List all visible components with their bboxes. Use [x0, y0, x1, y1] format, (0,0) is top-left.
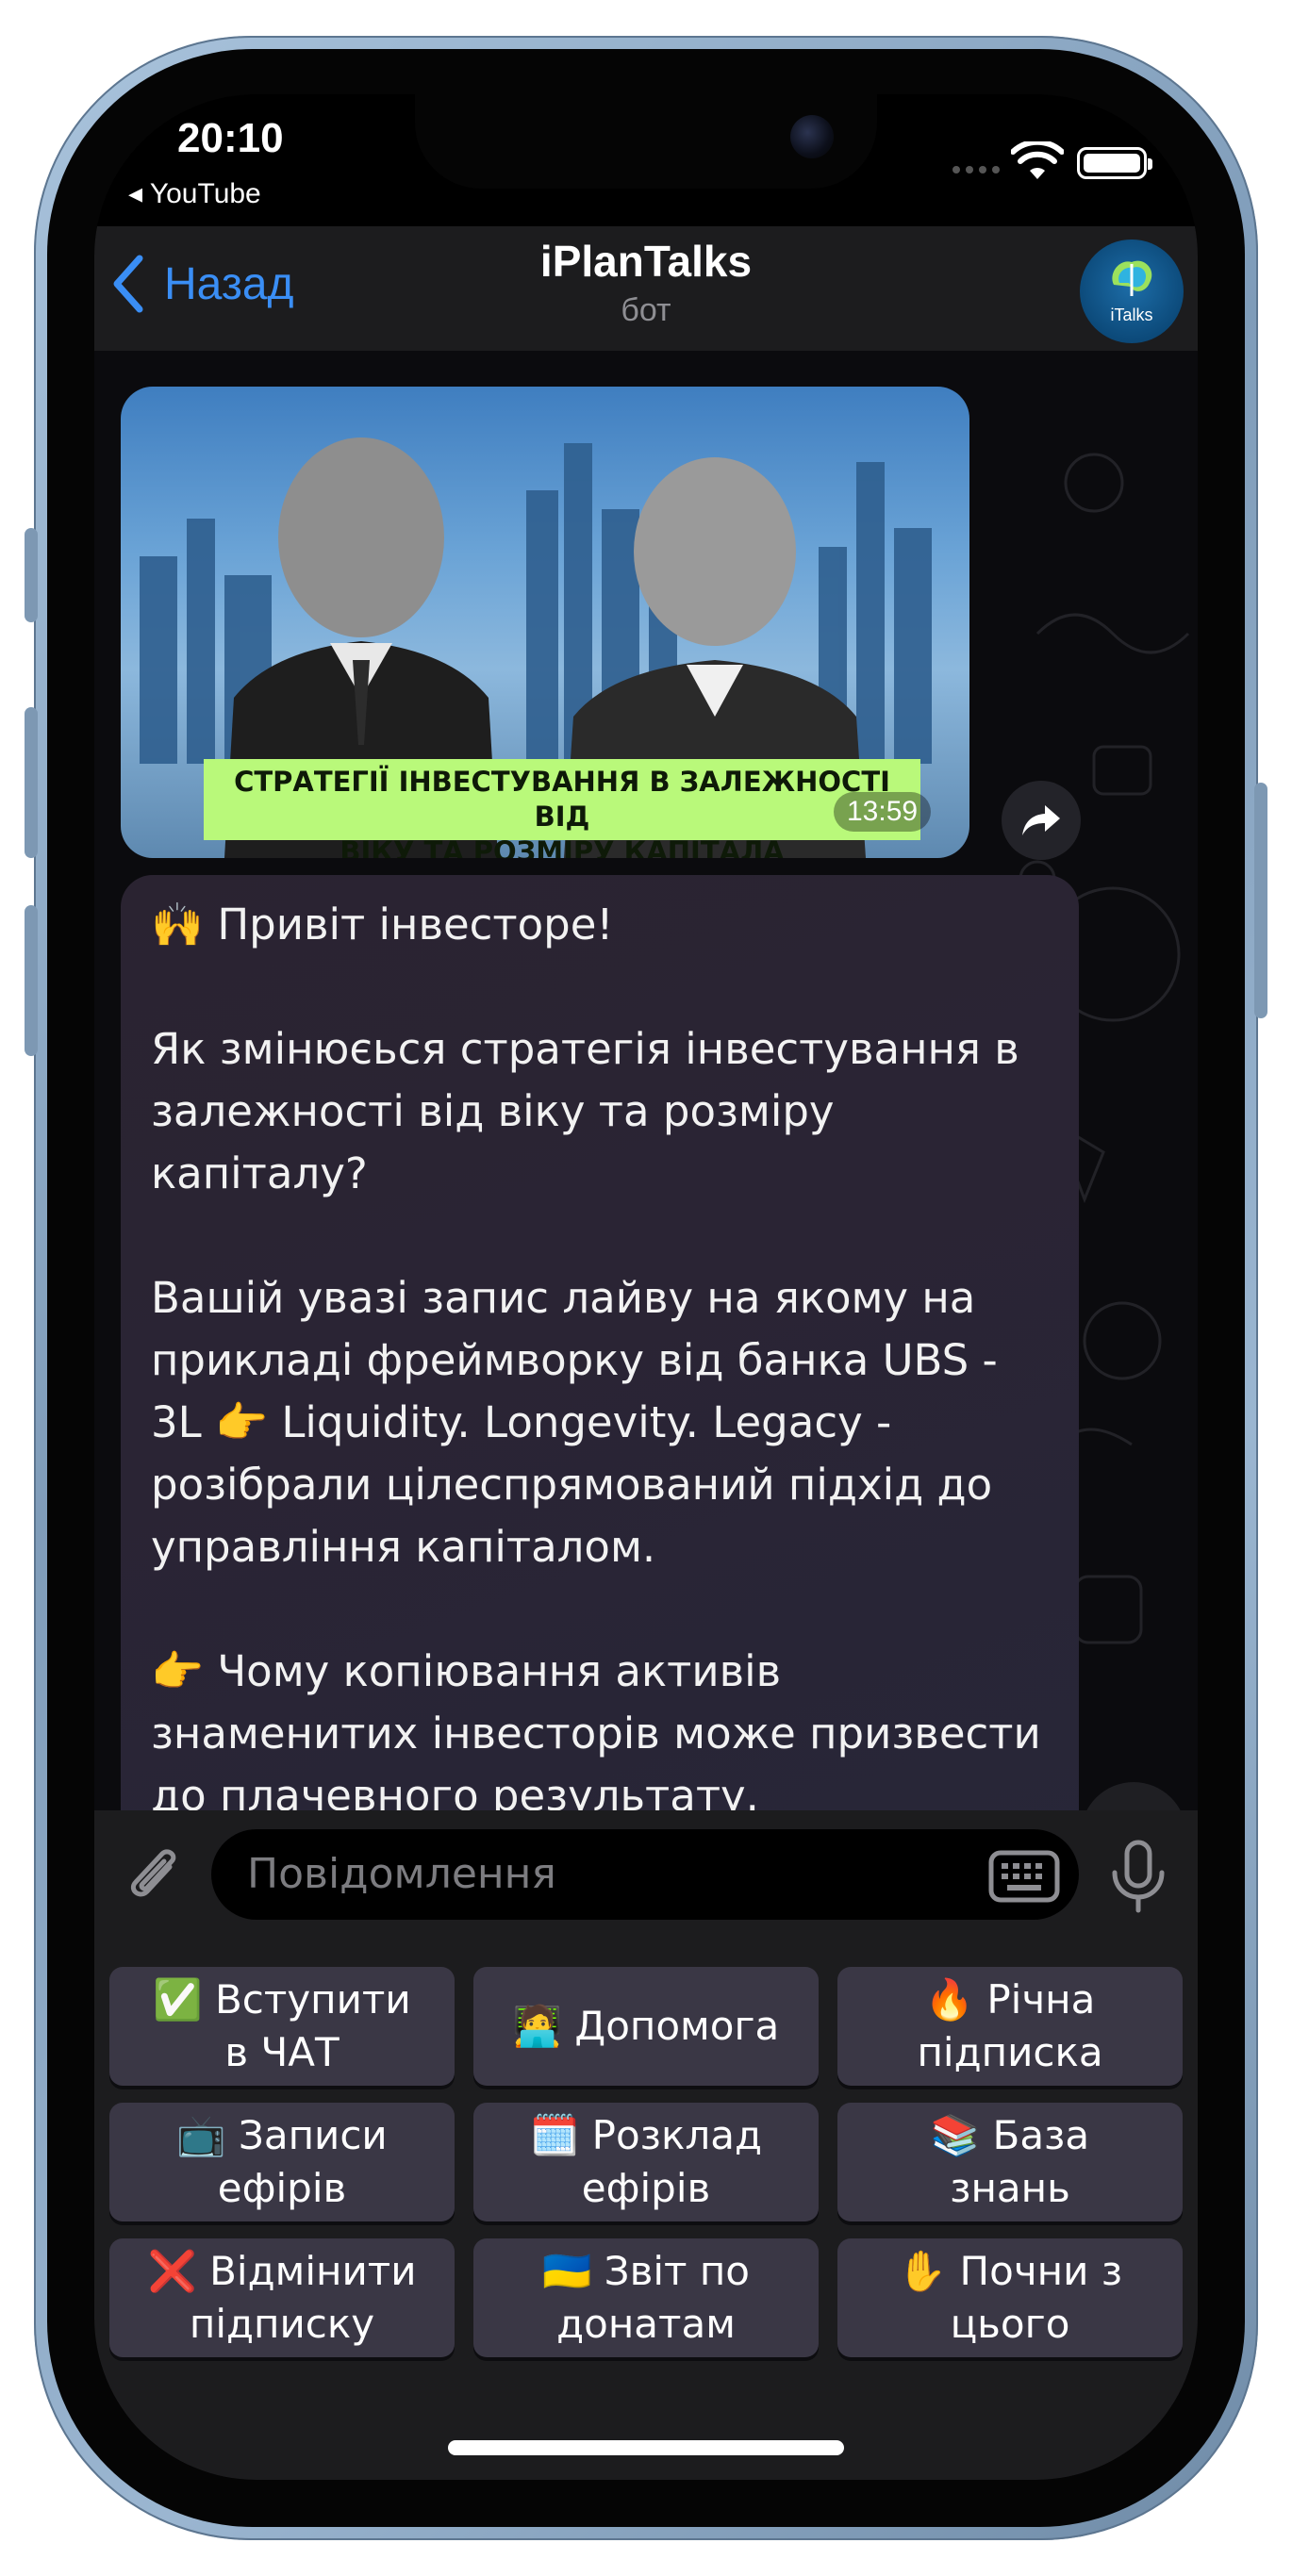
button-label: ✅ Вступити в ЧАТ [153, 1976, 411, 2075]
chat-header: Назад iPlanTalks бот iTalks [94, 226, 1198, 351]
status-time: 20:10 [177, 115, 284, 161]
annual-subscription-button[interactable]: 🔥 Річна підписка [837, 1967, 1183, 2086]
button-label: 🇺🇦 Звіт по донатам [542, 2248, 750, 2347]
notch [415, 94, 877, 189]
share-button[interactable] [1002, 781, 1081, 860]
button-label: 📺 Записи ефірів [176, 2112, 388, 2211]
cellular-signal-icon [952, 166, 1000, 173]
battery-icon [1077, 147, 1152, 179]
message-paragraph: Вашій увазі запис лайву на якому на прик… [151, 1273, 998, 1572]
share-arrow-icon [1022, 805, 1060, 835]
microphone-icon[interactable] [1109, 1839, 1168, 1914]
recordings-button[interactable]: 📺 Записи ефірів [109, 2103, 455, 2221]
message-paragraph: Як змінюєься стратегія інвестування в за… [151, 1024, 1019, 1198]
message-bubble: 🙌 Привіт інвесторе! Як змінюєься стратег… [121, 875, 1079, 1810]
paperclip-icon[interactable] [121, 1839, 187, 1910]
message-paragraph: 👉 Чому копіювання активів знаменитих інв… [151, 1646, 1041, 1810]
action-button [25, 528, 38, 622]
keyboard-icon[interactable] [988, 1850, 1060, 1903]
join-chat-button[interactable]: ✅ Вступити в ЧАТ [109, 1967, 455, 2086]
schedule-button[interactable]: 🗓️ Розклад ефірів [473, 2103, 819, 2221]
message-input-bar: Повідомлення [94, 1810, 1198, 1939]
button-label: ✋ Почни з цього [897, 2248, 1123, 2347]
bot-keyboard: ✅ Вступити в ЧАТ 🧑‍💻 Допомога 🔥 Річна пі… [94, 1939, 1198, 2480]
chat-subtitle: бот [621, 292, 671, 328]
button-label: 🧑‍💻 Допомога [512, 2003, 780, 2049]
screen: 20:10 ◂ YouTube Назад iPlanTalks бот iTa… [94, 94, 1198, 2480]
button-label: ❌ Відмінити підписку [147, 2248, 417, 2347]
chat-title[interactable]: iPlanTalks [94, 236, 1198, 287]
power-button [1254, 783, 1267, 1018]
start-here-button[interactable]: ✋ Почни з цього [837, 2238, 1183, 2357]
chat-area[interactable]: СТРАТЕГІЇ ІНВЕСТУВАННЯ В ЗАЛЕЖНОСТІ ВІД … [94, 351, 1198, 1810]
help-button[interactable]: 🧑‍💻 Допомога [473, 1967, 819, 2086]
video-title-banner: СТРАТЕГІЇ ІНВЕСТУВАННЯ В ЗАЛЕЖНОСТІ ВІД … [204, 759, 920, 858]
donation-report-button[interactable]: 🇺🇦 Звіт по донатам [473, 2238, 819, 2357]
video-duration: 13:59 [834, 792, 932, 832]
cancel-subscription-button[interactable]: ❌ Відмінити підписку [109, 2238, 455, 2357]
volume-up-button [25, 707, 38, 858]
bot-logo-icon [1112, 260, 1152, 296]
avatar-label: iTalks [1110, 305, 1153, 324]
bot-avatar[interactable]: iTalks [1080, 239, 1184, 343]
banner-line-1: СТРАТЕГІЇ ІНВЕСТУВАННЯ В ЗАЛЕЖНОСТІ ВІД [234, 766, 890, 833]
message-greeting: 🙌 Привіт інвесторе! [151, 900, 614, 949]
message-input[interactable]: Повідомлення [211, 1829, 1079, 1920]
camera-icon [790, 115, 834, 158]
button-label: 🔥 Річна підписка [917, 1976, 1103, 2075]
knowledge-base-button[interactable]: 📚 База знань [837, 2103, 1183, 2221]
button-label: 📚 База знань [930, 2112, 1090, 2211]
home-indicator[interactable] [448, 2440, 844, 2455]
wifi-icon [1011, 141, 1064, 179]
back-to-app-link[interactable]: ◂ YouTube [128, 177, 261, 210]
volume-down-button [25, 905, 38, 1056]
button-label: 🗓️ Розклад ефірів [530, 2112, 762, 2211]
banner-line-2: ВІКУ ТА РОЗМІРУ КАПІТАЛА [340, 835, 785, 858]
video-message[interactable]: СТРАТЕГІЇ ІНВЕСТУВАННЯ В ЗАЛЕЖНОСТІ ВІД … [121, 387, 969, 858]
